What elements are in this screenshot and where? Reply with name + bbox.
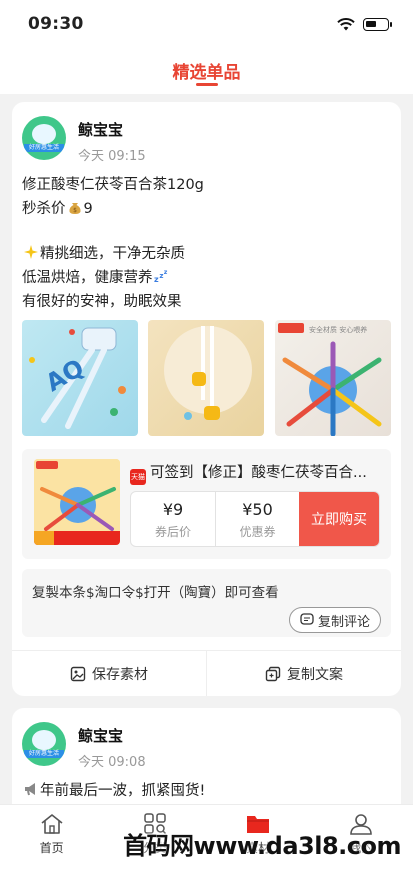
comment-icon <box>300 613 314 625</box>
money-bag-icon: $ <box>68 203 81 214</box>
sleep-zzz-icon: zzz <box>154 269 168 284</box>
post-text-line: 年前最后一波，抓紧囤货! <box>22 779 205 800</box>
post-text-line: 修正酸枣仁茯苓百合茶120g <box>22 177 204 193</box>
coupon-price: ¥9 券后价 <box>154 500 191 539</box>
avatar[interactable]: 好房惠生活 <box>22 722 66 766</box>
status-bar: 09:30 <box>0 0 413 48</box>
comment-text: 复製本条$淘口令$打开（陶寶）即可查看 <box>32 585 279 601</box>
price-block: ¥9 券后价 ¥50 优惠券 立即购买 <box>130 491 380 547</box>
post-text-line: 秒杀价 $9 <box>22 201 93 217</box>
post-text-line: 低温烘焙，健康营养 z z z <box>22 266 171 287</box>
sparkle-icon <box>24 245 38 259</box>
status-time: 09:30 <box>28 14 84 34</box>
post-actions: 保存素材 复制文案 <box>12 650 401 696</box>
material-image[interactable]: 安全材质 安心喂养 <box>275 320 391 436</box>
watermark: 首码网www.da3l8.com <box>123 832 401 860</box>
save-material-button[interactable]: 保存素材 <box>12 651 206 696</box>
author-name: 鲸宝宝 <box>78 121 124 139</box>
post-timestamp: 今天 09:08 <box>78 755 146 770</box>
page-header: 精选单品 <box>0 48 413 94</box>
svg-text:z: z <box>163 269 167 276</box>
post-timestamp: 今天 09:15 <box>78 149 146 164</box>
material-image[interactable] <box>148 320 264 436</box>
tab-indicator <box>196 83 218 86</box>
tmall-icon: 天猫 <box>130 469 146 485</box>
battery-icon <box>363 17 392 31</box>
copy-text-button[interactable]: 复制文案 <box>206 651 401 696</box>
copy-comment-button[interactable]: 复制评论 <box>288 607 381 633</box>
post-card: 好房惠生活 鲸宝宝 今天 09:08 年前最后一波，抓紧囤货! <box>12 708 401 818</box>
author-name: 鲸宝宝 <box>78 727 124 745</box>
post-text-line: 有很好的安神，助眠效果 <box>22 294 182 310</box>
copy-icon <box>265 666 281 681</box>
home-icon <box>41 814 63 834</box>
post-text-line: 精挑细选，干净无杂质 <box>22 242 185 263</box>
tab-featured[interactable]: 精选单品 <box>173 58 241 83</box>
comment-box: 复製本条$淘口令$打开（陶寶）即可查看 复制评论 <box>22 569 391 637</box>
svg-text:安全材质 安心喂养: 安全材质 安心喂养 <box>309 325 367 334</box>
coupon-discount: ¥50 优惠券 <box>215 492 299 546</box>
nav-home[interactable]: 首页 <box>0 805 103 862</box>
material-image[interactable]: AQ <box>22 320 138 436</box>
system-icons <box>337 17 392 31</box>
product-card[interactable]: 天猫 可签到【修正】酸枣仁茯苓百合... ¥9 券后价 ¥50 优惠券 立即购买 <box>22 449 391 559</box>
svg-text:$: $ <box>73 207 77 214</box>
buy-now-button[interactable]: 立即购买 <box>299 492 379 546</box>
product-title[interactable]: 天猫 可签到【修正】酸枣仁茯苓百合... <box>130 461 385 485</box>
svg-text:z: z <box>159 271 163 280</box>
post-card: 好房惠生活 鲸宝宝 今天 09:15 修正酸枣仁茯苓百合茶120g 秒杀价 $9 … <box>12 102 401 696</box>
image-icon <box>70 666 86 681</box>
svg-text:z: z <box>154 275 159 284</box>
wifi-icon <box>337 17 355 30</box>
megaphone-icon <box>25 783 35 796</box>
avatar[interactable]: 好房惠生活 <box>22 116 66 160</box>
product-image[interactable] <box>34 459 120 545</box>
home-indicator-area <box>0 862 413 895</box>
